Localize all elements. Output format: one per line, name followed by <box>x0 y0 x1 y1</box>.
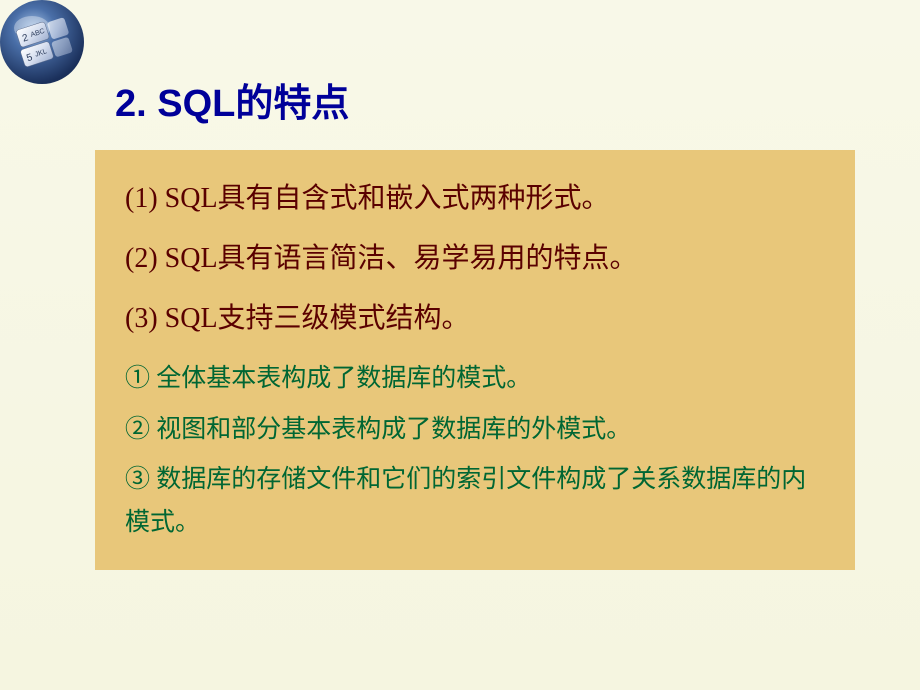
subpoint-3: ③ 数据库的存储文件和它们的索引文件构成了关系数据库的内模式。 <box>125 459 825 544</box>
point-1: (1) SQL具有自含式和嵌入式两种形式。 <box>125 178 825 220</box>
corner-decoration-icon: 2 ABC 5 JKL <box>0 0 90 90</box>
point-2: (2) SQL具有语言简洁、易学易用的特点。 <box>125 238 825 280</box>
content-box: (1) SQL具有自含式和嵌入式两种形式。 (2) SQL具有语言简洁、易学易用… <box>95 150 855 570</box>
subpoint-1: ① 全体基本表构成了数据库的模式。 <box>125 358 825 401</box>
point-3: (3) SQL支持三级模式结构。 <box>125 298 825 340</box>
slide-title: 2. SQL的特点 <box>115 72 349 127</box>
subpoint-2: ② 视图和部分基本表构成了数据库的外模式。 <box>125 409 825 452</box>
